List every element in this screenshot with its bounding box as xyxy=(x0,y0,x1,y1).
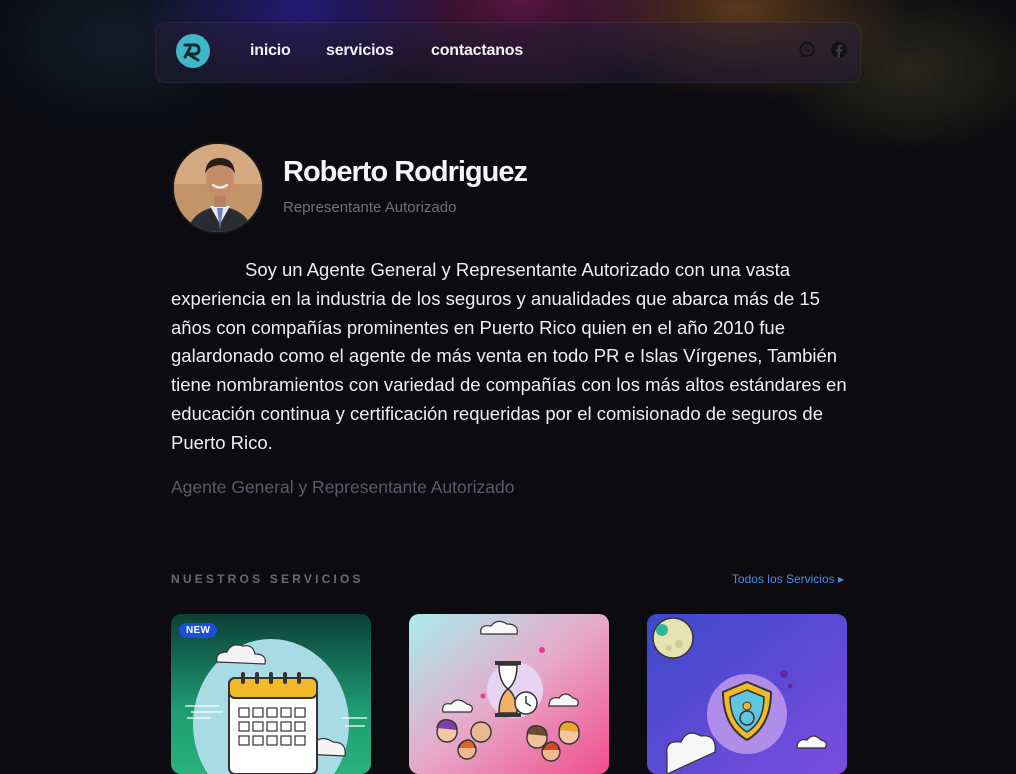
profile-bio: Soy un Agente General y Representante Au… xyxy=(171,259,847,453)
shield-health-illustration xyxy=(647,614,847,774)
nav-link-contactanos[interactable]: contactanos xyxy=(431,42,523,60)
service-card-calendar[interactable]: NEW xyxy=(171,614,371,774)
all-services-link[interactable]: Todos los Servicios ▸ xyxy=(732,572,844,586)
navbar: inicio servicios contactanos xyxy=(155,22,861,83)
logo-mark-icon xyxy=(183,43,201,62)
service-card-shield[interactable] xyxy=(647,614,847,774)
whatsapp-icon[interactable] xyxy=(798,41,816,59)
new-badge: NEW xyxy=(179,623,218,638)
logo[interactable] xyxy=(176,34,210,68)
nav-link-inicio[interactable]: inicio xyxy=(250,42,291,60)
facebook-icon[interactable] xyxy=(830,41,848,59)
profile-role: Representante Autorizado xyxy=(283,199,457,216)
calendar-illustration xyxy=(171,614,371,774)
profile-photo xyxy=(174,144,262,232)
services-section-title: NUESTROS SERVICIOS xyxy=(171,572,364,586)
avatar xyxy=(172,142,264,234)
profile-tagline: Agente General y Representante Autorizad… xyxy=(171,477,515,497)
service-card-hourglass[interactable] xyxy=(409,614,609,774)
profile-name: Roberto Rodriguez xyxy=(283,156,528,188)
hourglass-people-illustration xyxy=(409,614,609,774)
nav-link-servicios[interactable]: servicios xyxy=(326,42,394,60)
